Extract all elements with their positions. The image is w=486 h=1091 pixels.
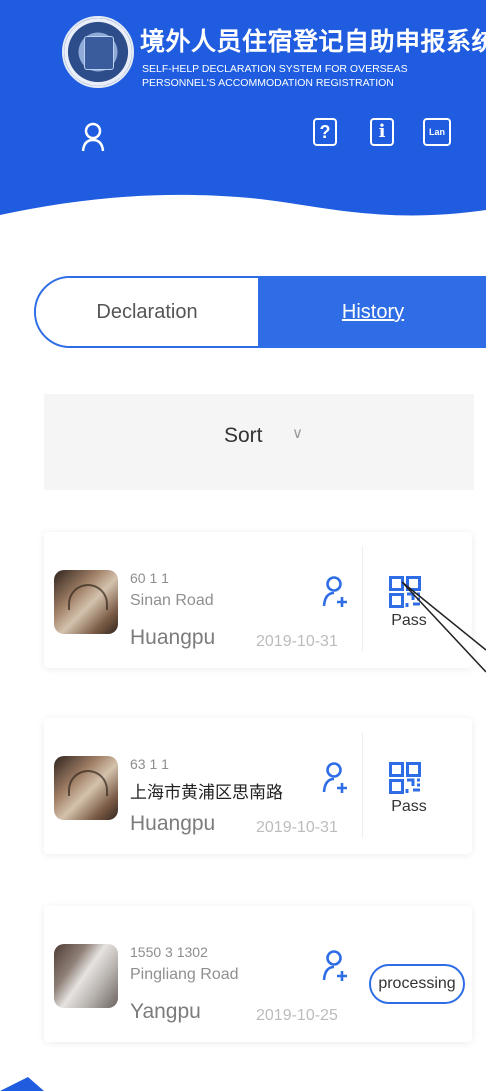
app-header: 境外人员住宿登记自助申报系统 SELF-HELP DECLARATION SYS… <box>0 0 486 240</box>
address-number: 1550 3 1302 <box>130 944 208 960</box>
add-person-icon[interactable] <box>322 576 350 608</box>
qr-code-icon[interactable] <box>389 762 421 794</box>
sort-dropdown[interactable]: Sort ∨ <box>44 394 474 490</box>
tab-history[interactable]: History <box>258 278 484 346</box>
app-title-cn: 境外人员住宿登记自助申报系统 <box>140 28 486 56</box>
address-number: 63 1 1 <box>130 756 169 772</box>
tab-bar: Declaration History <box>34 276 486 348</box>
registration-date: 2019-10-25 <box>256 1007 338 1024</box>
district-name: Huangpu <box>130 626 216 649</box>
processing-status-button[interactable]: processing <box>369 964 465 1004</box>
help-icon[interactable]: ? <box>313 118 337 146</box>
card-divider <box>362 732 363 838</box>
header-wave <box>0 194 486 240</box>
card-divider <box>362 546 363 652</box>
corner-decoration <box>0 1077 44 1091</box>
chevron-down-icon: ∨ <box>292 425 303 442</box>
language-icon[interactable]: Lan <box>423 118 451 146</box>
building-photo <box>54 944 118 1008</box>
sort-label: Sort <box>224 424 263 447</box>
add-person-icon[interactable] <box>322 762 350 794</box>
street-name: Sinan Road <box>130 592 214 609</box>
status-badge[interactable]: Pass <box>384 798 434 816</box>
district-name: Huangpu <box>130 812 216 835</box>
record-card[interactable]: 63 1 1 上海市黄浦区思南路 Huangpu 2019-10-31 Pass <box>44 718 472 854</box>
annotation-arrow <box>401 581 486 673</box>
add-person-icon[interactable] <box>322 950 350 982</box>
registration-date: 2019-10-31 <box>256 633 338 650</box>
building-photo <box>54 756 118 820</box>
address-number: 60 1 1 <box>130 570 169 586</box>
emblem-logo <box>62 16 134 88</box>
app-title-en: SELF-HELP DECLARATION SYSTEM FOR OVERSEA… <box>142 63 408 89</box>
registration-date: 2019-10-31 <box>256 819 338 836</box>
street-name: Pingliang Road <box>130 966 239 983</box>
district-name: Yangpu <box>130 1000 201 1023</box>
user-icon[interactable] <box>80 122 106 152</box>
record-card[interactable]: 1550 3 1302 Pingliang Road Yangpu 2019-1… <box>44 906 472 1042</box>
building-photo <box>54 570 118 634</box>
street-name: 上海市黄浦区思南路 <box>130 783 283 802</box>
tab-declaration[interactable]: Declaration <box>36 278 258 346</box>
info-icon[interactable]: i <box>370 118 394 146</box>
